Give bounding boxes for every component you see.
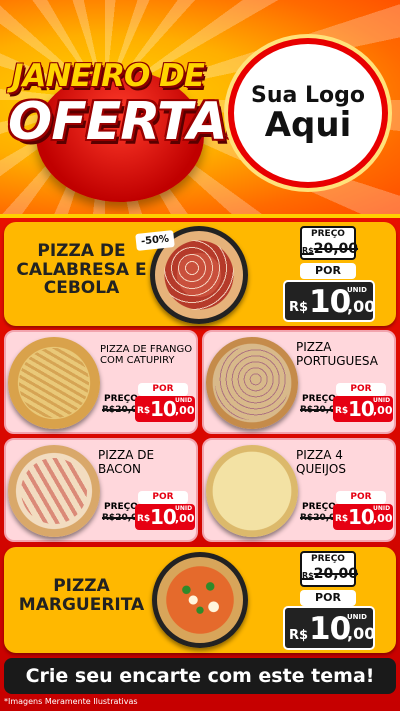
price-integer: 10 [309,284,351,320]
unit-label: UNID [373,505,391,512]
flyer-page: JANEIRO DE OFERTAS Sua Logo Aqui PIZZA D… [0,0,400,711]
currency: R$ [335,406,349,416]
product-name: PIZZA DE CALABRESA E CEBOLA [16,241,147,299]
new-price-box: R$ 10 ,00 UNID [135,396,195,422]
por-label: POR [336,491,386,504]
old-price: R$20,00 [302,566,359,582]
logo-line-1: Sua Logo [250,82,365,108]
old-price-box: PREÇO R$20,00 [300,551,359,587]
product-name: PIZZA 4 QUEIJOS [296,448,346,476]
price-cents: ,00 [175,404,195,417]
logo-line-2: Aqui [264,104,352,145]
title-line-1: JANEIRO DE [11,58,205,94]
unit-label: UNID [347,613,367,621]
logo-placeholder: Sua Logo Aqui [228,38,388,188]
old-price-label: PREÇO [302,502,336,512]
pizza-4-queijos-image [206,445,298,537]
new-price-box: R$ 10 ,00 UNID [135,504,195,530]
header-divider [0,214,400,218]
por-label: POR [138,491,188,504]
header-banner: JANEIRO DE OFERTAS Sua Logo Aqui [0,0,400,215]
new-price-box: R$ 10 ,00 UNID [283,280,375,322]
pizza-portuguesa-image [206,337,298,429]
old-price-box: PREÇO R$20,00 [300,226,359,260]
por-label: POR [138,383,188,396]
currency: R$ [137,406,151,416]
unit-label: UNID [373,397,391,404]
por-label: POR [300,590,356,606]
new-price-box: R$ 10 ,00 UNID [283,606,375,650]
new-price-box: R$ 10 ,00 UNID [333,504,393,530]
old-price-label: PREÇO [104,502,138,512]
currency: R$ [335,514,349,524]
price-integer: 10 [150,397,177,421]
price-cents: ,00 [175,512,195,525]
old-price-label: PREÇO [104,394,138,404]
product-name: PIZZA DE BACON [98,448,155,476]
por-label: POR [300,263,356,279]
product-name: PIZZA PORTUGUESA [296,340,378,368]
title-badge: JANEIRO DE OFERTAS [8,28,264,202]
price-integer: 10 [348,397,375,421]
unit-label: UNID [347,286,367,294]
unit-label: UNID [175,505,193,512]
currency: R$ [289,300,309,315]
price-integer: 10 [309,611,351,647]
product-name: PIZZA MARGUERITA [18,576,145,615]
price-cents: ,00 [347,297,376,316]
title-line-2: OFERTAS [8,92,264,152]
pizza-marguerita-image [152,552,248,648]
price-cents: ,00 [373,404,393,417]
price-cents: ,00 [347,624,376,643]
por-label: POR [336,383,386,396]
price-integer: 10 [150,505,177,529]
currency: R$ [137,514,151,524]
unit-label: UNID [175,397,193,404]
currency: R$ [289,628,309,643]
old-price-label: PREÇO [302,394,336,404]
pizza-bacon-image [8,445,100,537]
price-integer: 10 [348,505,375,529]
price-cents: ,00 [373,512,393,525]
old-price-label: PREÇO [311,229,345,239]
disclaimer-text: *Imagens Meramente Ilustrativas [4,697,138,706]
new-price-box: R$ 10 ,00 UNID [333,396,393,422]
old-price: R$20,00 [302,241,359,257]
pizza-frango-image [8,337,100,429]
old-price-label: PREÇO [311,554,345,564]
product-name: PIZZA DE FRANGO COM CATUPIRY [100,344,193,366]
cta-banner[interactable]: Crie seu encarte com este tema! [4,658,396,694]
